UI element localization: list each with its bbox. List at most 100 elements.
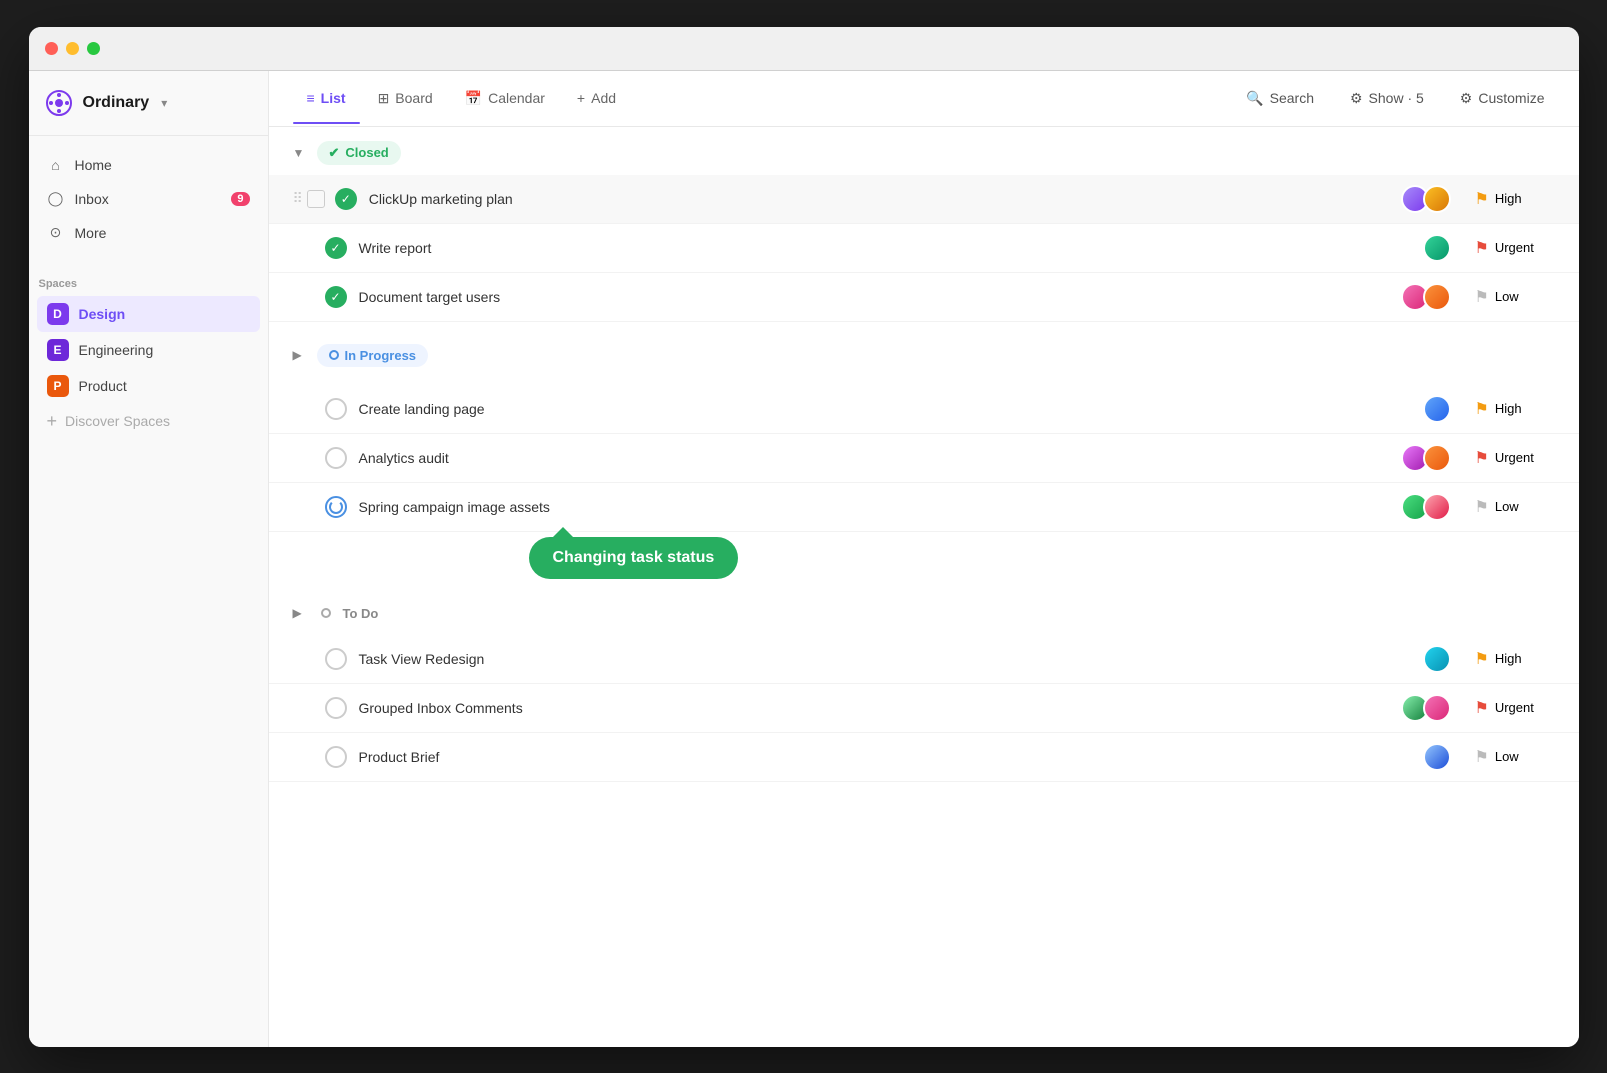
priority-badge: ⚑ Low <box>1475 747 1555 767</box>
plus-icon: + <box>47 411 58 432</box>
avatar <box>1423 444 1451 472</box>
main-content: ≡ List ⊞ Board 📅 Calendar + Add <box>269 71 1579 1047</box>
task-name: Document target users <box>359 289 1401 305</box>
sidebar-item-home[interactable]: ⌂ Home <box>37 148 260 182</box>
priority-label: Low <box>1495 499 1519 514</box>
closed-chevron-icon: ▼ <box>293 146 309 160</box>
priority-label: Low <box>1495 289 1519 304</box>
tab-list[interactable]: ≡ List <box>293 82 360 115</box>
close-button[interactable] <box>45 42 58 55</box>
show-button[interactable]: ⚙ Show · 5 <box>1340 84 1434 113</box>
task-status-empty-icon[interactable] <box>325 648 347 670</box>
avatar <box>1423 234 1451 262</box>
flag-icon: ⚑ <box>1475 238 1489 258</box>
task-status-empty-icon[interactable] <box>325 398 347 420</box>
spaces-section-title: Spaces <box>29 262 268 296</box>
task-row[interactable]: Analytics audit ⚑ Urgent <box>269 434 1579 483</box>
customize-button[interactable]: ⚙ Customize <box>1450 84 1555 113</box>
task-row[interactable]: Create landing page ⚑ High <box>269 385 1579 434</box>
priority-badge: ⚑ High <box>1475 649 1555 669</box>
add-icon: + <box>577 90 585 106</box>
board-icon: ⊞ <box>378 90 390 107</box>
task-row[interactable]: ✓ Write report ⚑ Urgent <box>269 224 1579 273</box>
tab-add[interactable]: + Add <box>563 82 630 115</box>
home-icon: ⌂ <box>47 156 65 174</box>
list-icon: ≡ <box>307 90 315 106</box>
sidebar-item-inbox[interactable]: ◯ Inbox 9 <box>37 182 260 216</box>
discover-spaces-button[interactable]: + Discover Spaces <box>37 404 260 439</box>
todo-chevron-icon: ▶ <box>293 606 309 620</box>
task-row[interactable]: Spring campaign image assets ⚑ Low Chang… <box>269 483 1579 532</box>
flag-icon: ⚑ <box>1475 649 1489 669</box>
priority-label: High <box>1495 191 1522 206</box>
sidebar-item-product[interactable]: P Product <box>37 368 260 404</box>
section-todo-header[interactable]: ▶ To Do <box>269 588 1579 635</box>
section-closed-header[interactable]: ▼ ✔ Closed <box>269 127 1579 175</box>
priority-label: Urgent <box>1495 450 1534 465</box>
task-name: Product Brief <box>359 749 1423 765</box>
view-tabs: ≡ List ⊞ Board 📅 Calendar + Add <box>293 82 1237 115</box>
dot-empty-icon <box>321 608 331 618</box>
tooltip-container: Changing task status <box>529 537 739 579</box>
tab-board[interactable]: ⊞ Board <box>364 82 447 115</box>
priority-label: High <box>1495 651 1522 666</box>
maximize-button[interactable] <box>87 42 100 55</box>
todo-status-badge: To Do <box>317 602 383 625</box>
flag-icon: ⚑ <box>1475 747 1489 767</box>
task-name: Analytics audit <box>359 450 1401 466</box>
inbox-icon: ◯ <box>47 190 65 208</box>
sidebar-item-engineering[interactable]: E Engineering <box>37 332 260 368</box>
sidebar-brand[interactable]: Ordinary ▾ <box>29 71 268 136</box>
task-status-in-progress-icon[interactable] <box>325 496 347 518</box>
task-assignees <box>1401 694 1451 722</box>
in-progress-label: In Progress <box>345 348 417 363</box>
task-status-empty-icon[interactable] <box>325 697 347 719</box>
closed-check-icon: ✔ <box>329 145 340 161</box>
engineering-space-badge: E <box>47 339 69 361</box>
in-progress-status-badge: In Progress <box>317 344 429 367</box>
brand-name: Ordinary <box>83 94 150 112</box>
tab-calendar[interactable]: 📅 Calendar <box>451 82 559 115</box>
task-assignees <box>1423 395 1451 423</box>
toolbar-actions: 🔍 Search ⚙ Show · 5 ⚙ Customize <box>1236 84 1554 113</box>
sidebar-navigation: ⌂ Home ◯ Inbox 9 ⊙ More <box>29 136 268 262</box>
task-row[interactable]: Task View Redesign ⚑ High <box>269 635 1579 684</box>
task-select-checkbox[interactable] <box>307 190 325 208</box>
avatar <box>1423 743 1451 771</box>
task-row[interactable]: ✓ Document target users ⚑ Low <box>269 273 1579 322</box>
priority-label: High <box>1495 401 1522 416</box>
avatar <box>1423 283 1451 311</box>
sidebar-item-design[interactable]: D Design <box>37 296 260 332</box>
priority-badge: ⚑ High <box>1475 399 1555 419</box>
search-button[interactable]: 🔍 Search <box>1236 84 1324 113</box>
task-name: Create landing page <box>359 401 1423 417</box>
task-row[interactable]: Grouped Inbox Comments ⚑ Urgent <box>269 684 1579 733</box>
task-status-done-icon[interactable]: ✓ <box>325 286 347 308</box>
task-status-empty-icon[interactable] <box>325 447 347 469</box>
tooltip-text: Changing task status <box>553 549 715 566</box>
priority-label: Urgent <box>1495 700 1534 715</box>
customize-label: Customize <box>1478 90 1544 106</box>
task-row[interactable]: ⠿ ✓ ClickUp marketing plan ⚑ High <box>269 175 1579 224</box>
minimize-button[interactable] <box>66 42 79 55</box>
product-space-badge: P <box>47 375 69 397</box>
flag-icon: ⚑ <box>1475 698 1489 718</box>
task-name: Spring campaign image assets <box>359 499 1401 515</box>
task-status-done-icon[interactable]: ✓ <box>325 237 347 259</box>
tab-add-label: Add <box>591 90 616 106</box>
sidebar-item-more[interactable]: ⊙ More <box>37 216 260 250</box>
calendar-icon: 📅 <box>465 90 482 107</box>
task-assignees <box>1423 234 1451 262</box>
section-inprogress-header[interactable]: ▶ In Progress <box>269 330 1579 377</box>
priority-badge: ⚑ Low <box>1475 287 1555 307</box>
tab-calendar-label: Calendar <box>488 90 545 106</box>
avatar <box>1423 395 1451 423</box>
task-assignees <box>1401 444 1451 472</box>
task-status-empty-icon[interactable] <box>325 746 347 768</box>
sidebar: Ordinary ▾ ⌂ Home ◯ Inbox 9 ⊙ More <box>29 71 269 1047</box>
customize-icon: ⚙ <box>1460 90 1473 107</box>
task-status-done-icon[interactable]: ✓ <box>335 188 357 210</box>
task-row[interactable]: Product Brief ⚑ Low <box>269 733 1579 782</box>
spaces-section: Spaces D Design E Engineering P Product <box>29 262 268 439</box>
discover-spaces-label: Discover Spaces <box>65 413 170 429</box>
